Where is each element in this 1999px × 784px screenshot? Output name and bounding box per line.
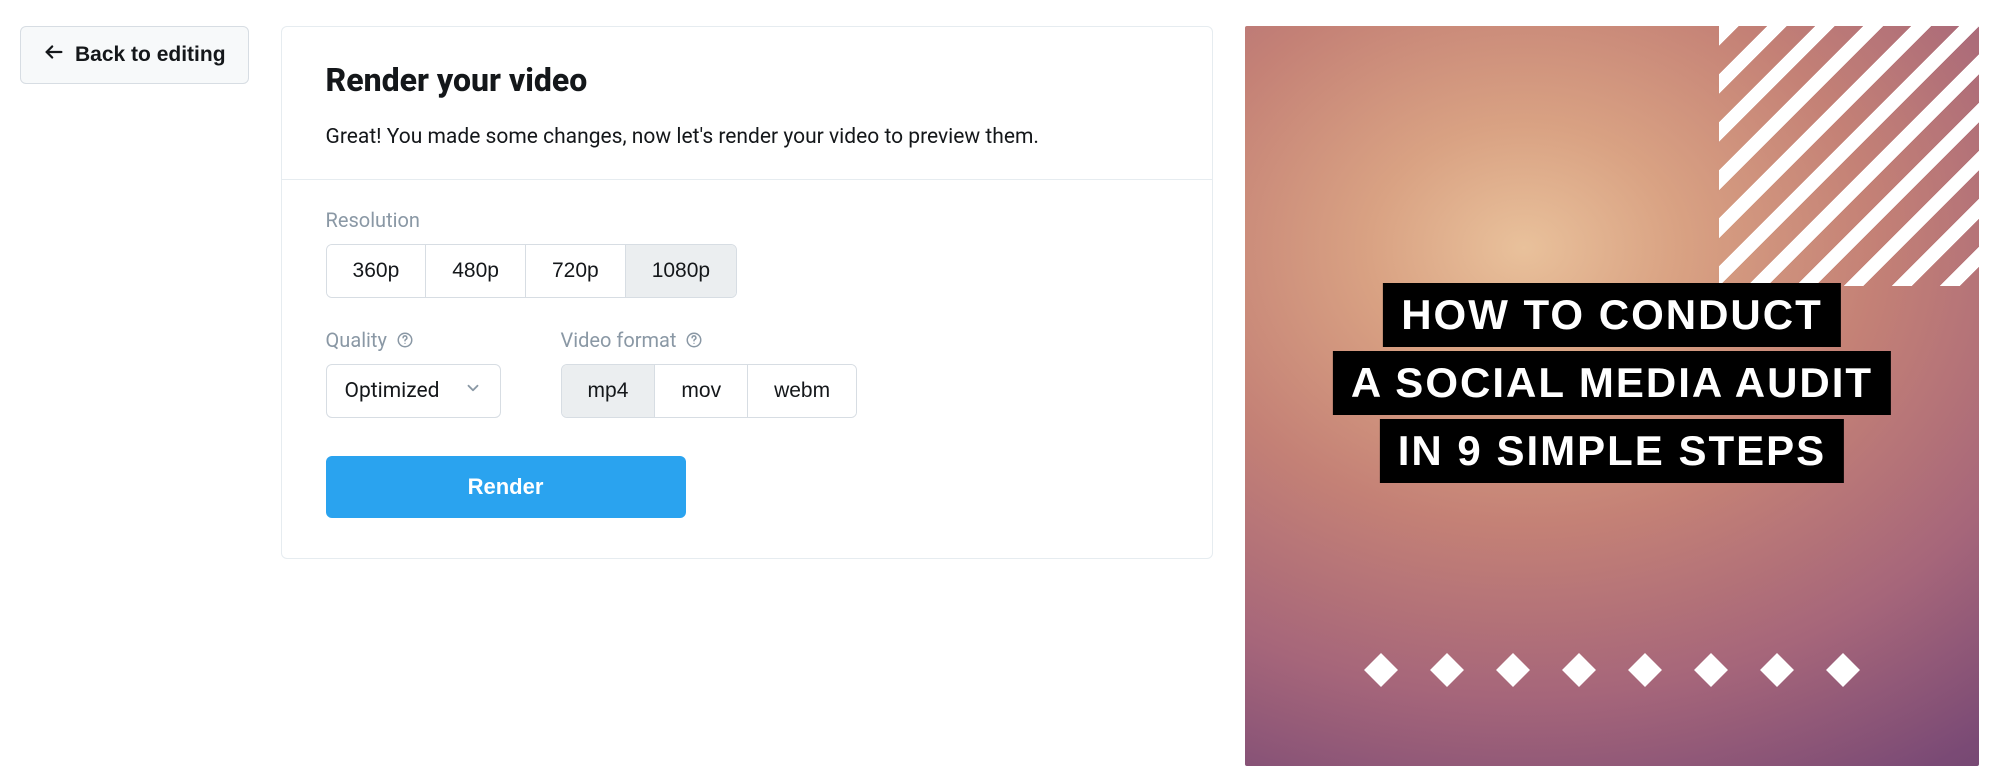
diamond-icon: [1694, 653, 1728, 687]
format-column: Video format mp4 mov webm: [561, 328, 858, 418]
quality-help-icon[interactable]: [395, 330, 415, 350]
resolution-option-720p[interactable]: 720p: [526, 245, 626, 297]
progress-diamonds: [1245, 658, 1979, 682]
quality-selected-value: Optimized: [345, 379, 440, 403]
resolution-option-480p[interactable]: 480p: [426, 245, 526, 297]
stripes-decoration: [1719, 26, 1979, 286]
quality-column: Quality Optimized: [326, 328, 501, 418]
format-group: mp4 mov webm: [561, 364, 858, 418]
arrow-left-icon: [43, 41, 65, 69]
resolution-label: Resolution: [326, 208, 420, 232]
diamond-icon: [1628, 653, 1662, 687]
chevron-down-icon: [464, 379, 482, 403]
preview-title-line-3: IN 9 SIMPLE STEPS: [1380, 419, 1844, 483]
render-card-subtitle: Great! You made some changes, now let's …: [326, 125, 1168, 149]
format-label: Video format: [561, 328, 677, 352]
resolution-option-1080p[interactable]: 1080p: [626, 245, 736, 297]
diamond-icon: [1496, 653, 1530, 687]
format-label-row: Video format: [561, 328, 858, 352]
resolution-label-row: Resolution: [326, 208, 1168, 232]
quality-select[interactable]: Optimized: [326, 364, 501, 418]
quality-label: Quality: [326, 328, 387, 352]
format-option-mp4[interactable]: mp4: [562, 365, 656, 417]
resolution-group: 360p 480p 720p 1080p: [326, 244, 738, 298]
render-card: Render your video Great! You made some c…: [281, 26, 1213, 559]
back-button-label: Back to editing: [75, 43, 226, 67]
diamond-icon: [1364, 653, 1398, 687]
render-card-header: Render your video Great! You made some c…: [282, 27, 1212, 180]
preview-title-block: HOW TO CONDUCT A SOCIAL MEDIA AUDIT IN 9…: [1333, 281, 1891, 485]
render-button[interactable]: Render: [326, 456, 686, 518]
video-preview: HOW TO CONDUCT A SOCIAL MEDIA AUDIT IN 9…: [1245, 26, 1979, 766]
back-to-editing-button[interactable]: Back to editing: [20, 26, 249, 84]
render-card-body: Resolution 360p 480p 720p 1080p Quality …: [282, 180, 1212, 558]
diamond-icon: [1430, 653, 1464, 687]
preview-title-line-1: HOW TO CONDUCT: [1383, 283, 1841, 347]
render-card-title: Render your video: [326, 61, 1168, 99]
preview-title-line-2: A SOCIAL MEDIA AUDIT: [1333, 351, 1891, 415]
diamond-icon: [1826, 653, 1860, 687]
format-option-webm[interactable]: webm: [748, 365, 856, 417]
diamond-icon: [1562, 653, 1596, 687]
diamond-icon: [1760, 653, 1794, 687]
quality-label-row: Quality: [326, 328, 501, 352]
format-option-mov[interactable]: mov: [655, 365, 748, 417]
format-help-icon[interactable]: [684, 330, 704, 350]
resolution-option-360p[interactable]: 360p: [327, 245, 427, 297]
